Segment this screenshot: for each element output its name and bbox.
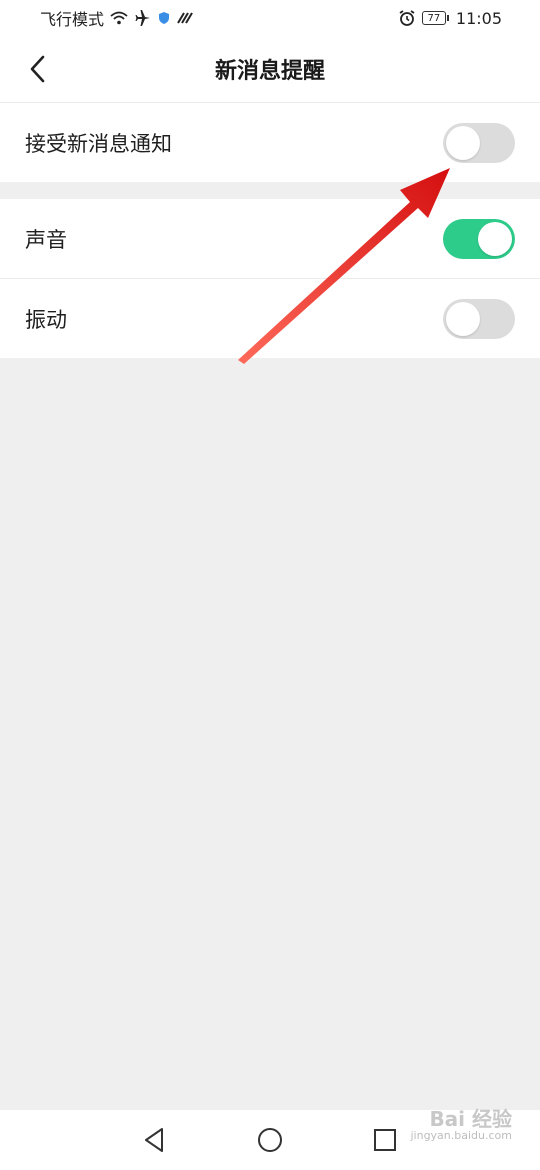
toggle-knob bbox=[446, 301, 480, 336]
watermark-url: jingyan.baidu.com bbox=[410, 1129, 512, 1142]
setting-label: 接受新消息通知 bbox=[25, 131, 172, 156]
setting-label: 声音 bbox=[25, 227, 67, 252]
wifi-icon bbox=[110, 11, 128, 25]
status-time: 11:05 bbox=[455, 8, 502, 28]
setting-row-notifications: 接受新消息通知 bbox=[0, 103, 540, 182]
chevron-left-icon bbox=[30, 55, 45, 83]
setting-label: 振动 bbox=[25, 307, 67, 332]
home-circle-icon[interactable] bbox=[255, 1125, 285, 1155]
shield-icon bbox=[158, 11, 170, 25]
setting-row-sound: 声音 bbox=[0, 199, 540, 278]
back-button[interactable] bbox=[20, 50, 56, 88]
toggle-knob bbox=[446, 125, 480, 160]
status-bar: 飞行模式 77 11:05 bbox=[0, 0, 540, 36]
watermark-brand: Bai 经验 bbox=[429, 1107, 512, 1131]
signal-icon bbox=[176, 11, 194, 25]
airplane-mode-label: 飞行模式 bbox=[40, 10, 105, 29]
airplane-icon bbox=[134, 10, 152, 26]
sound-toggle[interactable] bbox=[443, 218, 515, 259]
recent-square-icon[interactable] bbox=[370, 1125, 400, 1155]
page-title: 新消息提醒 bbox=[214, 59, 325, 84]
vibration-toggle[interactable] bbox=[443, 298, 515, 339]
notifications-toggle[interactable] bbox=[443, 122, 515, 163]
back-triangle-icon[interactable] bbox=[140, 1125, 170, 1155]
setting-row-vibration: 振动 bbox=[0, 279, 540, 358]
page-header: 新消息提醒 bbox=[0, 36, 540, 102]
watermark: Bai 经验 jingyan.baidu.com bbox=[410, 1108, 512, 1142]
toggle-knob bbox=[478, 221, 512, 256]
battery-icon: 77 bbox=[421, 11, 449, 25]
alarm-icon bbox=[398, 10, 416, 26]
